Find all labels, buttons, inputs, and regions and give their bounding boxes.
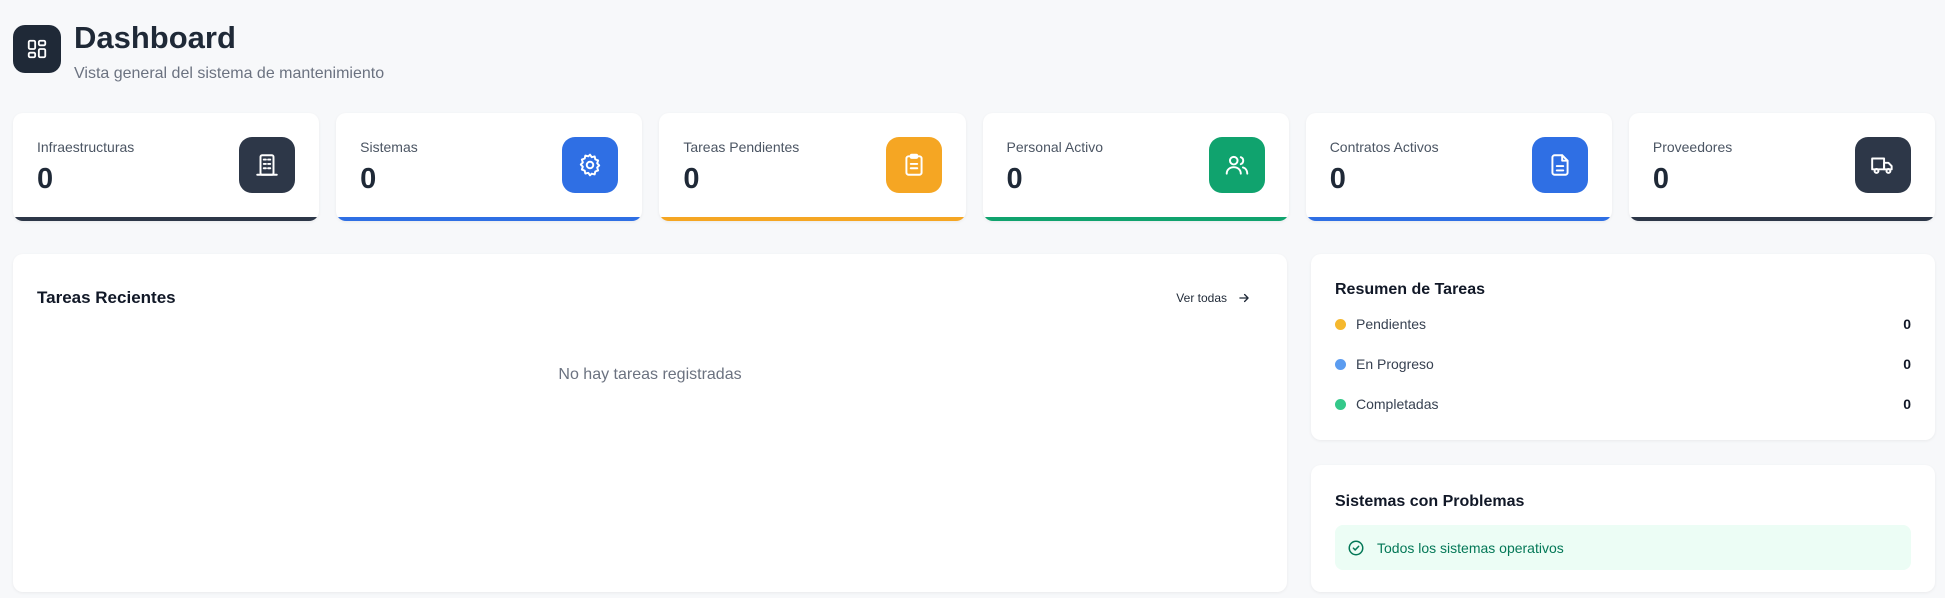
stat-cards: Infraestructuras 0 Sistemas 0 Tareas Pen… [13,113,1936,221]
view-all-label: Ver todas [1176,291,1227,305]
stat-value: 0 [1652,163,1669,195]
stat-card-tareas-pendientes[interactable]: Tareas Pendientes 0 [659,113,966,221]
status-dot [1335,318,1346,330]
stat-value: 0 [360,163,377,195]
page-subtitle: Vista general del sistema de mantenimien… [74,65,385,82]
truck-icon [1855,137,1912,193]
summary-row-en-progreso: En Progreso 0 [1335,354,1911,374]
gear-icon [562,137,619,193]
summary-label: Completadas [1356,396,1439,412]
page-header: Dashboard Vista general del sistema de m… [13,21,384,83]
stat-label: Contratos Activos [1329,139,1439,155]
task-summary-panel: Resumen de Tareas Pendientes 0 En Progre… [1311,254,1935,440]
building-icon [239,137,296,193]
stat-card-sistemas[interactable]: Sistemas 0 [336,113,643,221]
stat-accent-bar [336,217,643,221]
check-circle-icon [1348,540,1364,555]
stat-card-contratos-activos[interactable]: Contratos Activos 0 [1305,113,1612,221]
recent-tasks-title: Tareas Recientes [37,288,176,307]
stat-label: Tareas Pendientes [683,139,800,155]
stat-accent-bar [659,217,966,221]
stat-label: Personal Activo [1006,139,1104,155]
stat-value: 0 [1329,163,1346,195]
stat-accent-bar [1305,217,1612,221]
stat-card-infraestructuras[interactable]: Infraestructuras 0 [13,113,320,221]
stat-accent-bar [1628,217,1936,221]
document-icon [1531,137,1588,193]
systems-ok-alert: Todos los sistemas operativos [1335,525,1911,570]
stat-value: 0 [683,163,700,195]
stat-accent-bar [982,217,1289,221]
empty-tasks-message: No hay tareas registradas [558,366,742,383]
summary-row-pendientes: Pendientes 0 [1335,314,1911,334]
summary-count: 0 [1903,356,1911,372]
dashboard-page: Dashboard Vista general del sistema de m… [0,0,1945,598]
stat-card-personal-activo[interactable]: Personal Activo 0 [982,113,1289,221]
status-dot [1335,398,1346,410]
systems-problems-title: Sistemas con Problemas [1335,493,1525,510]
systems-problems-panel: Sistemas con Problemas Todos los sistema… [1311,465,1935,592]
stat-label: Proveedores [1652,139,1733,155]
stat-value: 0 [1006,163,1023,195]
stat-value: 0 [37,163,54,195]
dashboard-grid-icon [13,25,61,73]
summary-label: Pendientes [1356,316,1427,332]
clipboard-icon [885,137,942,193]
stat-label: Sistemas [360,139,418,155]
stat-accent-bar [13,217,320,221]
summary-label: En Progreso [1356,356,1434,372]
status-dot [1335,358,1346,370]
arrow-right-icon [1239,293,1249,303]
task-summary-title: Resumen de Tareas [1335,281,1485,298]
recent-tasks-panel: Tareas Recientes Ver todas No hay tareas… [13,254,1287,592]
summary-row-completadas: Completadas 0 [1335,394,1911,414]
page-title: Dashboard [74,20,236,55]
summary-count: 0 [1903,316,1911,332]
view-all-link[interactable]: Ver todas [1176,291,1251,305]
stat-card-proveedores[interactable]: Proveedores 0 [1628,113,1936,221]
stat-label: Infraestructuras [37,139,135,155]
systems-ok-text: Todos los sistemas operativos [1377,539,1564,556]
summary-count: 0 [1903,396,1911,412]
users-icon [1208,137,1265,193]
